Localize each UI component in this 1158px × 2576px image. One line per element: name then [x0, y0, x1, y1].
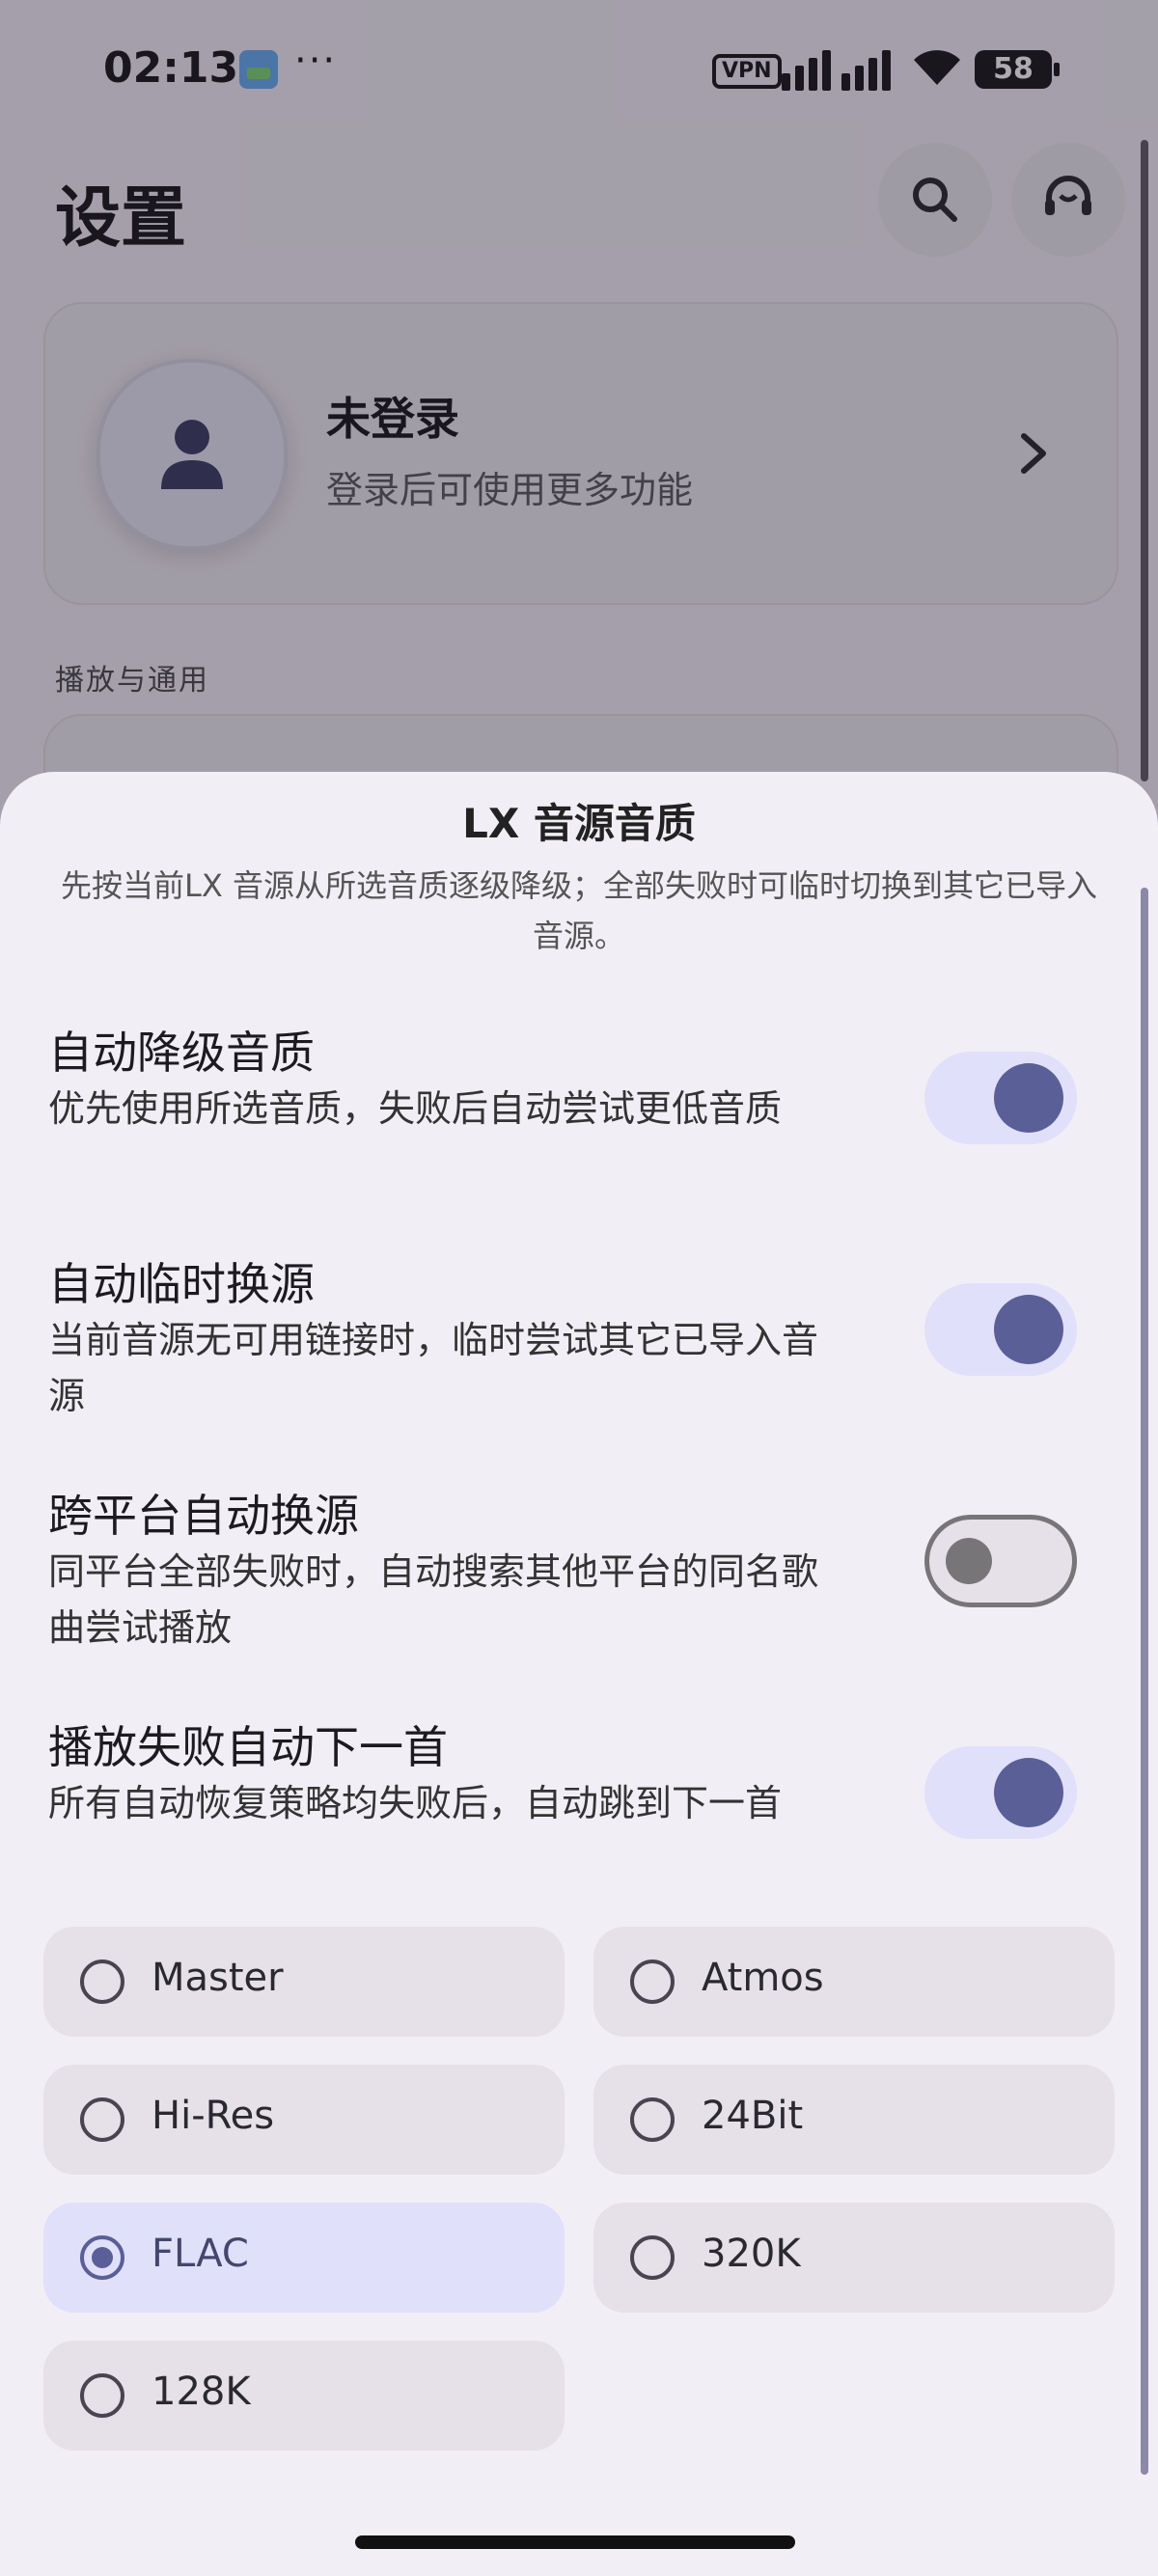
toggle-auto-switch-source[interactable] — [924, 1283, 1077, 1376]
quality-option-label: FLAC — [152, 2232, 249, 2276]
quality-option-320k[interactable]: 320K — [593, 2203, 1115, 2313]
toggle-knob — [994, 1063, 1063, 1133]
radio-button[interactable] — [630, 2097, 675, 2142]
quality-option-master[interactable]: Master — [43, 1927, 565, 2037]
radio-button[interactable] — [80, 2373, 124, 2418]
quality-option-flac[interactable]: FLAC — [43, 2203, 565, 2313]
toggle-auto-next[interactable] — [924, 1746, 1077, 1839]
quality-option-label: Master — [152, 1956, 284, 2000]
setting-subtitle-auto-next: 所有自动恢复策略均失败后，自动跳到下一首 — [48, 1782, 783, 1824]
sheet-description: 先按当前LX 音源从所选音质逐级降级；全部失败时可临时切换到其它已导入音源。 — [61, 867, 1097, 954]
quality-bottom-sheet: LX 音源音质 先按当前LX 音源从所选音质逐级降级；全部失败时可临时切换到其它… — [0, 772, 1158, 2576]
toggle-knob — [946, 1538, 992, 1584]
toggle-cross-platform[interactable] — [924, 1515, 1077, 1607]
toggle-auto-downgrade[interactable] — [924, 1052, 1077, 1144]
sheet-title: LX 音源音质 — [462, 800, 696, 847]
radio-button[interactable] — [80, 2097, 124, 2142]
setting-title-auto-switch-source: 自动临时换源 — [48, 1258, 315, 1310]
quality-option-label: 24Bit — [702, 2094, 804, 2138]
radio-button[interactable] — [630, 2235, 675, 2280]
setting-title-auto-downgrade: 自动降级音质 — [48, 1027, 315, 1079]
quality-option-label: Hi-Res — [152, 2094, 275, 2138]
quality-option-hi-res[interactable]: Hi-Res — [43, 2065, 565, 2175]
toggle-knob — [994, 1295, 1063, 1364]
toggle-knob — [994, 1758, 1063, 1827]
setting-subtitle-auto-downgrade: 优先使用所选音质，失败后自动尝试更低音质 — [48, 1087, 783, 1130]
sheet-scrollbar[interactable] — [1141, 888, 1148, 2475]
setting-subtitle-cross-platform: 同平台全部失败时，自动搜索其他平台的同名歌曲尝试播放 — [48, 1550, 819, 1649]
quality-option-label: 128K — [152, 2370, 251, 2414]
quality-option-24bit[interactable]: 24Bit — [593, 2065, 1115, 2175]
home-indicator[interactable] — [355, 2535, 795, 2549]
quality-option-atmos[interactable]: Atmos — [593, 1927, 1115, 2037]
setting-subtitle-auto-switch-source: 当前音源无可用链接时，临时尝试其它已导入音源 — [48, 1319, 819, 1417]
radio-button-selected[interactable] — [80, 2235, 124, 2280]
radio-button[interactable] — [630, 1959, 675, 2004]
setting-title-cross-platform: 跨平台自动换源 — [48, 1490, 359, 1542]
quality-option-label: 320K — [702, 2232, 801, 2276]
setting-title-auto-next: 播放失败自动下一首 — [48, 1721, 448, 1773]
quality-option-label: Atmos — [702, 1956, 824, 2000]
radio-button[interactable] — [80, 1959, 124, 2004]
quality-option-128k[interactable]: 128K — [43, 2341, 565, 2451]
